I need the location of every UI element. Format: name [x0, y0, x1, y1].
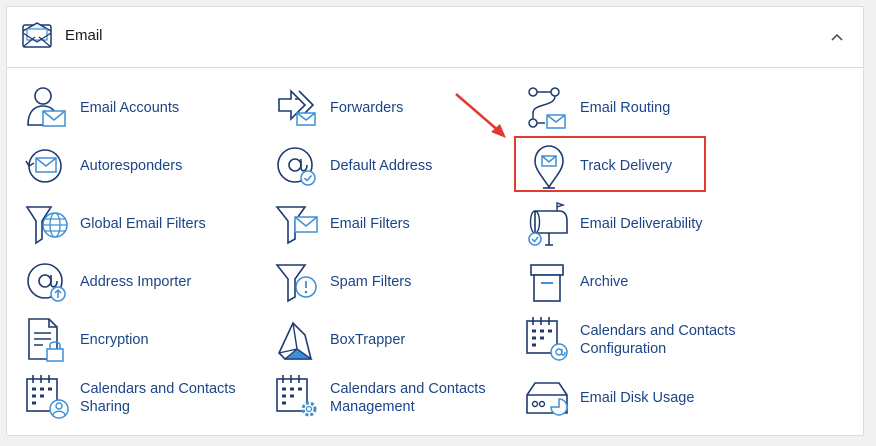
item-label: Email Accounts: [80, 100, 180, 116]
address-importer-link[interactable]: Address Importer: [25, 257, 255, 307]
envelope-open-icon: [22, 22, 52, 48]
item-label: Calendars and Contacts Configuration: [580, 323, 736, 357]
email-section-header[interactable]: Email: [7, 7, 863, 68]
email-section-panel: Email Email Accounts Autoresponders Glob…: [6, 6, 864, 436]
email-accounts-link[interactable]: Email Accounts: [25, 83, 255, 133]
box-trap-icon: [278, 321, 313, 360]
email-deliverability-link[interactable]: Email Deliverability: [525, 199, 755, 249]
forward-arrows-icon: [278, 89, 316, 126]
mailbox-check-icon: [528, 202, 568, 246]
item-label: Global Email Filters: [80, 216, 206, 232]
item-label: Calendars and Contacts Management: [330, 381, 486, 415]
section-title: Email: [65, 27, 103, 44]
email-disk-usage-link[interactable]: Email Disk Usage: [525, 373, 755, 423]
email-routing-link[interactable]: Email Routing: [525, 83, 755, 133]
document-lock-icon: [28, 318, 64, 362]
calendar-at-icon: [526, 317, 568, 361]
global-email-filters-link[interactable]: Global Email Filters: [25, 199, 255, 249]
calendar-user-icon: [26, 375, 69, 419]
calendar-gear-icon: [276, 375, 317, 417]
location-pin-envelope-icon: [534, 145, 564, 189]
spam-filters-link[interactable]: Spam Filters: [275, 257, 505, 307]
item-label: Email Routing: [580, 100, 671, 116]
item-label: Email Disk Usage: [580, 390, 695, 406]
item-label: Track Delivery: [580, 158, 673, 174]
email-filters-link[interactable]: Email Filters: [275, 199, 505, 249]
item-label: Encryption: [80, 332, 149, 348]
archive-box-icon: [530, 264, 564, 302]
default-address-link[interactable]: Default Address: [275, 141, 505, 191]
annotation-arrow: [455, 93, 506, 138]
item-label: Spam Filters: [330, 274, 412, 290]
item-label: BoxTrapper: [330, 332, 406, 348]
at-check-icon: [277, 147, 316, 186]
item-label: Address Importer: [80, 274, 192, 290]
item-label: Autoresponders: [80, 158, 183, 174]
disk-usage-icon: [526, 382, 568, 416]
chevron-up-icon[interactable]: [829, 29, 845, 45]
funnel-warning-icon: [275, 264, 317, 303]
user-envelope-icon: [27, 87, 66, 127]
item-label: Archive: [580, 274, 629, 290]
item-label: Email Filters: [330, 216, 410, 232]
calendars-contacts-management-link[interactable]: Calendars and Contacts Management: [275, 373, 505, 423]
routing-nodes-icon: [528, 87, 566, 129]
envelope-reply-icon: [25, 149, 62, 183]
boxtrapper-link[interactable]: BoxTrapper: [275, 315, 505, 365]
calendars-contacts-sharing-link[interactable]: Calendars and Contacts Sharing: [25, 373, 255, 423]
autoresponders-link[interactable]: Autoresponders: [25, 141, 255, 191]
encryption-link[interactable]: Encryption: [25, 315, 255, 365]
at-upload-icon: [27, 263, 66, 302]
item-label: Calendars and Contacts Sharing: [80, 381, 236, 415]
item-label: Email Deliverability: [580, 216, 703, 232]
calendars-contacts-configuration-link[interactable]: Calendars and Contacts Configuration: [525, 315, 755, 365]
globe-funnel-icon: [25, 206, 68, 245]
archive-link[interactable]: Archive: [525, 257, 755, 307]
track-delivery-link[interactable]: Track Delivery: [525, 141, 755, 191]
item-label: Default Address: [330, 158, 433, 174]
funnel-envelope-icon: [275, 206, 318, 245]
